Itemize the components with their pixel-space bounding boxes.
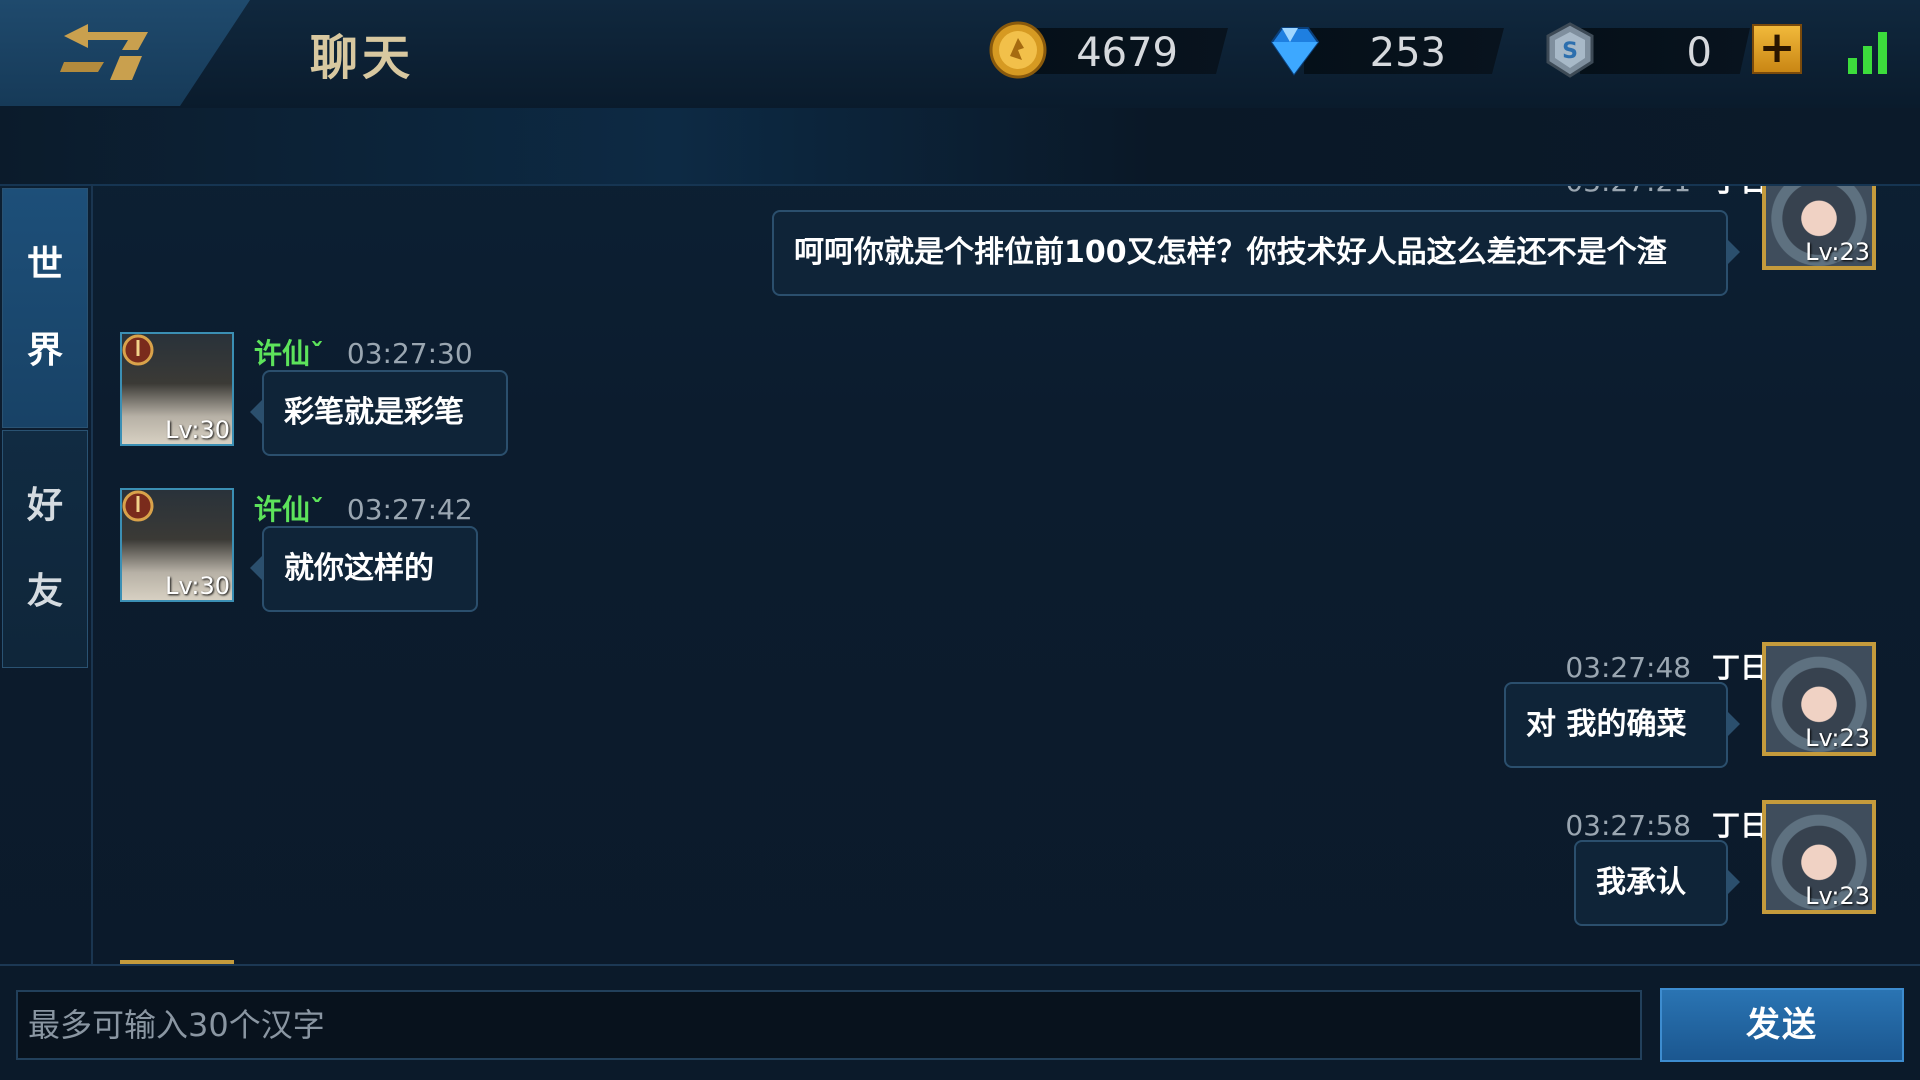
rank-badge-icon <box>122 334 154 366</box>
message-text: 呵呵你就是个排位前100又怎样？你技术好人品这么差还不是个渣 <box>794 235 1667 270</box>
chat-input[interactable] <box>16 990 1642 1060</box>
chat-message-list[interactable]: 03:27:21 丁日天 Lv:23 呵呵你就是个排位前100又怎样？你技术好人… <box>94 186 1920 964</box>
chat-message: Lv:30 许仙ˇ 03:27:42 就你这样的 <box>94 488 1094 618</box>
message-time: 03:27:30 <box>346 337 473 370</box>
plus-icon: + <box>1758 22 1796 73</box>
avatar-level: Lv:30 <box>165 416 230 444</box>
message-bubble: 彩笔就是彩笔 <box>250 370 508 456</box>
chat-message: 03:27:48 丁日天 Lv:23 对 我的确菜 <box>94 642 1920 782</box>
sidebar-divider <box>91 184 93 964</box>
message-bubble: 呵呵你就是个排位前100又怎样？你技术好人品这么差还不是个渣 <box>772 210 1740 296</box>
message-sender: 许仙ˇ <box>254 493 325 526</box>
gold-counter: 4679 <box>988 21 1228 79</box>
bubble-tail <box>1728 240 1740 264</box>
bubble-tail <box>1728 712 1740 736</box>
avatar[interactable]: Lv:30 <box>120 488 234 602</box>
input-bar: 发送 <box>0 964 1920 1080</box>
message-bubble: 对 我的确菜 <box>1504 682 1740 768</box>
tab-friends-label-top: 好 <box>26 485 63 526</box>
rank-badge-icon <box>122 490 154 522</box>
avatar[interactable]: Lv:23 <box>1762 186 1876 270</box>
add-currency-button[interactable]: + <box>1752 24 1802 74</box>
send-button[interactable]: 发送 <box>1660 988 1904 1062</box>
message-meta: 许仙ˇ 03:27:42 <box>254 488 473 528</box>
diamond-icon <box>1270 27 1320 76</box>
bubble-tail <box>250 400 262 424</box>
message-sender: 许仙ˇ <box>254 337 325 370</box>
message-bubble: 我承认 <box>1574 840 1740 926</box>
chat-message: 03:27:21 丁日天 Lv:23 呵呵你就是个排位前100又怎样？你技术好人… <box>94 186 1920 296</box>
chat-message: Lv:30 许仙ˇ 03:27:30 彩笔就是彩笔 <box>94 332 1094 462</box>
coupon-counter: S 0 <box>1540 22 1750 78</box>
page-title: 聊天 <box>310 30 415 86</box>
message-time: 03:27:58 <box>1565 809 1692 842</box>
message-text: 彩笔就是彩笔 <box>284 395 464 430</box>
chat-screen: 聊天 4679 253 S 0 + 世 界 好 友 Lv:23 呵呵你就是个排位… <box>0 0 1920 1080</box>
tab-friends-label-bottom: 友 <box>26 571 63 612</box>
bubble-tail <box>1728 870 1740 894</box>
tab-world[interactable]: 世 界 <box>2 188 88 428</box>
svg-text:S: S <box>1562 39 1578 64</box>
avatar[interactable]: Lv:23 <box>1762 800 1876 914</box>
message-time: 03:27:42 <box>346 493 473 526</box>
message-time: 03:27:48 <box>1565 651 1692 684</box>
coupon-value: 0 <box>1686 30 1712 76</box>
message-bubble: 就你这样的 <box>250 526 478 612</box>
avatar-level: Lv:23 <box>1805 238 1870 266</box>
bubble-tail <box>250 556 262 580</box>
tab-world-label-top: 世 <box>26 244 63 285</box>
tab-friends[interactable]: 好 友 <box>2 430 88 668</box>
avatar[interactable]: Lv:23 <box>1762 642 1876 756</box>
diamond-value: 253 <box>1369 30 1446 76</box>
gold-coin-icon <box>989 21 1047 79</box>
message-meta: 许仙ˇ 03:27:30 <box>254 332 473 372</box>
avatar-level: Lv:30 <box>165 572 230 600</box>
message-text: 对 我的确菜 <box>1526 707 1687 742</box>
back-arrow-icon <box>60 24 148 80</box>
avatar-level: Lv:23 <box>1805 882 1870 910</box>
chat-message: 03:27:58 丁日天 Lv:23 我承认 <box>94 800 1920 940</box>
tab-world-label-bottom: 界 <box>26 330 63 371</box>
gold-value: 4679 <box>1076 30 1178 76</box>
diamond-counter: 253 <box>1264 27 1504 76</box>
coupon-icon: S <box>1546 22 1594 78</box>
header-strip <box>0 108 1920 186</box>
top-bar: 聊天 4679 253 S 0 + <box>0 0 1920 110</box>
message-time: 03:27:21 <box>1565 186 1691 198</box>
back-button[interactable] <box>0 0 250 106</box>
avatar[interactable]: Lv:30 <box>120 332 234 446</box>
message-text: 我承认 <box>1596 865 1686 900</box>
signal-strength-icon <box>1848 30 1898 74</box>
avatar-level: Lv:23 <box>1805 724 1870 752</box>
message-text: 就你这样的 <box>284 551 434 586</box>
